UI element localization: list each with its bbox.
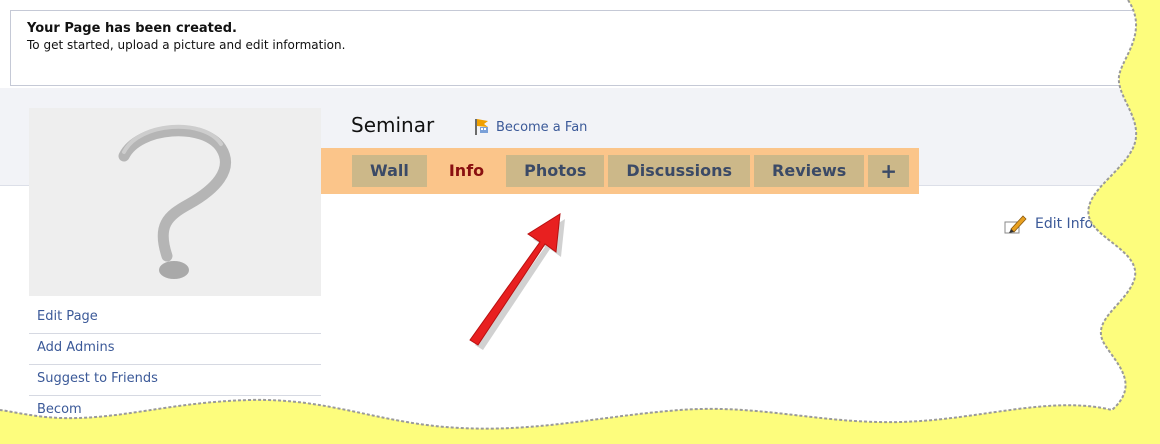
screenshot-canvas: Your Page has been created. To get start… [0,0,1160,444]
torn-edge [0,0,1138,430]
annotation-overlay [0,0,1138,430]
red-arrow-icon [469,213,565,350]
